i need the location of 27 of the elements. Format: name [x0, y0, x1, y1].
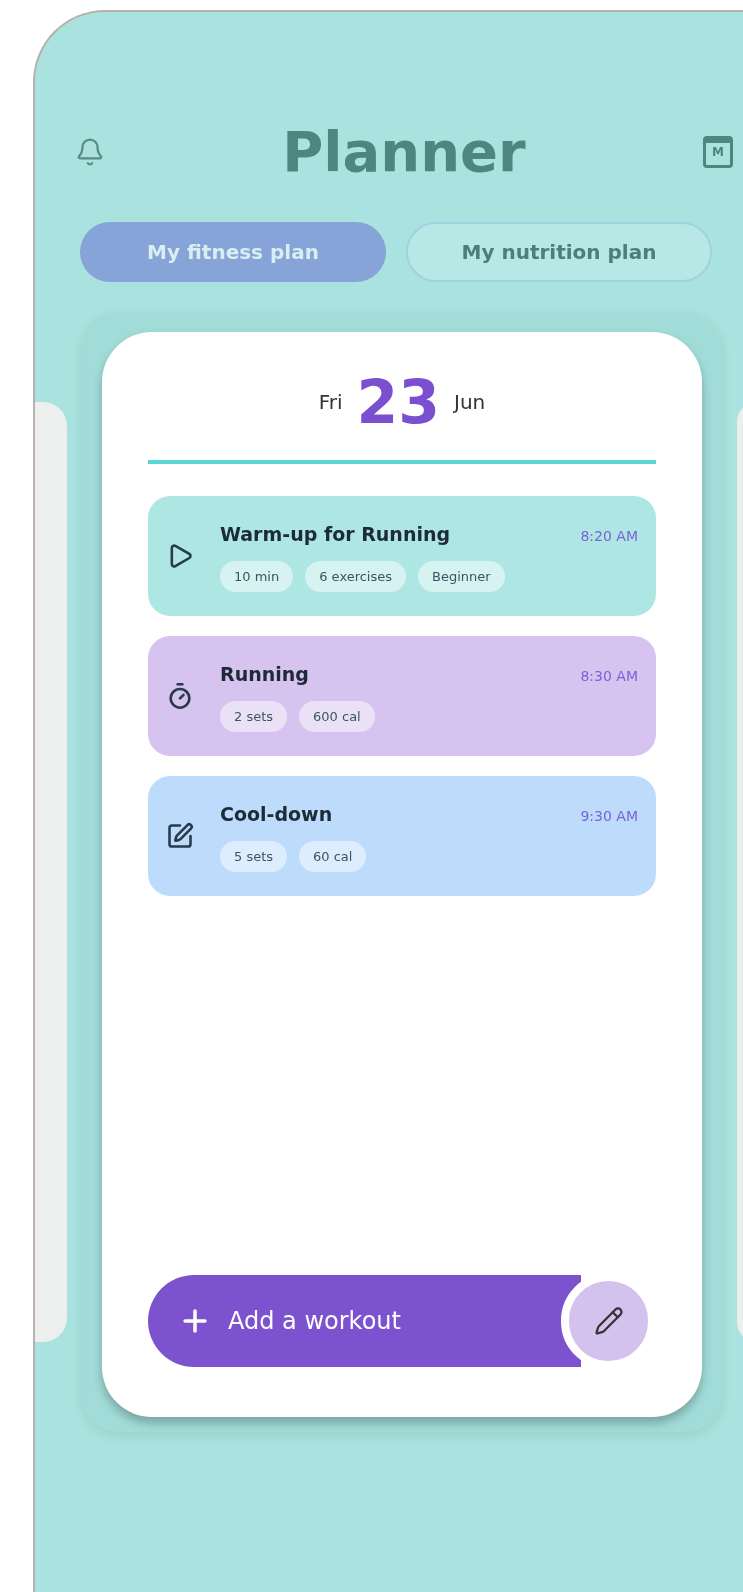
workout-time: 8:30 AM — [580, 667, 638, 686]
workout-tag: 60 cal — [299, 840, 367, 872]
workout-card[interactable]: Warm-up for Running 8:20 AM 10 min 6 exercises Beginner — [148, 496, 656, 616]
workout-tag: 6 exercises — [305, 560, 407, 592]
workout-time: 9:30 AM — [580, 807, 638, 826]
workout-tag: 600 cal — [299, 700, 375, 732]
workout-card[interactable]: Cool-down 9:30 AM 5 sets 60 cal — [148, 776, 656, 896]
workout-time: 8:20 AM — [580, 527, 638, 546]
workout-tag: Beginner — [418, 560, 505, 592]
plan-tab[interactable]: My nutrition plan — [406, 222, 712, 282]
workout-title: Cool-down — [220, 802, 333, 827]
workout-card[interactable]: Running 8:30 AM 2 sets 600 cal — [148, 636, 656, 756]
weekday-label: Fri — [318, 389, 343, 416]
notification-bell-icon[interactable] — [75, 137, 105, 167]
calendar-icon[interactable]: M — [703, 136, 733, 168]
day-number: 23 — [356, 372, 441, 432]
pencil-icon — [593, 1306, 624, 1336]
month-label: Jun — [454, 389, 486, 416]
stopwatch-icon — [166, 682, 194, 710]
workout-tag: 5 sets — [220, 840, 288, 872]
workout-title: Running — [220, 662, 309, 687]
workout-tag: 2 sets — [220, 700, 288, 732]
page-title: Planner — [282, 124, 526, 180]
workout-title: Warm-up for Running — [220, 522, 451, 547]
add-workout-button[interactable]: Add a workout — [148, 1275, 582, 1367]
edit-icon — [166, 822, 194, 850]
workout-tag: 10 min — [220, 560, 294, 592]
